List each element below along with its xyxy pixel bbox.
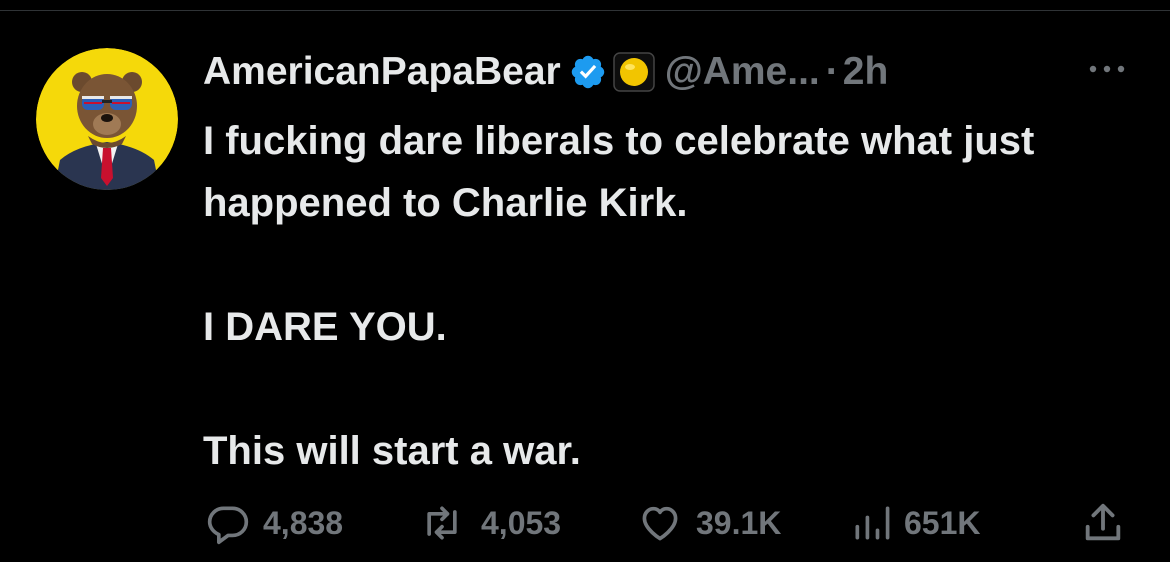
like-button[interactable]: 39.1K: [634, 498, 781, 548]
share-icon: [1080, 500, 1126, 546]
action-bar: 4,838 4,053 39.1K 651K: [0, 498, 1170, 548]
tweet-text: I fucking dare liberals to celebrate wha…: [203, 110, 1143, 482]
tweet-text-paragraph-2: I DARE YOU.: [203, 305, 447, 349]
tweet-timestamp[interactable]: 2h: [843, 48, 889, 96]
tweet-card[interactable]: AmericanPapaBear @Ame... · 2h I fucking …: [0, 0, 1170, 562]
views-count: 651K: [904, 504, 981, 541]
separator-dot: ·: [825, 50, 839, 93]
verified-badge-icon[interactable]: [569, 53, 607, 91]
like-count: 39.1K: [696, 504, 782, 541]
tweet-text-paragraph-1: I fucking dare liberals to celebrate wha…: [203, 119, 1046, 225]
reply-count: 4,838: [263, 504, 344, 541]
author-display-name[interactable]: AmericanPapaBear: [203, 48, 561, 96]
reply-button[interactable]: 4,838: [203, 498, 343, 548]
tweet-text-paragraph-3: This will start a war.: [203, 429, 581, 473]
views-chart-icon: [850, 501, 894, 545]
avatar[interactable]: [36, 48, 178, 190]
heart-icon: [634, 501, 686, 545]
more-dots-icon[interactable]: [1084, 54, 1130, 84]
tweet-header: AmericanPapaBear @Ame... · 2h: [203, 48, 888, 96]
repost-count: 4,053: [481, 504, 562, 541]
repost-button[interactable]: 4,053: [413, 498, 561, 548]
affiliate-badge-icon[interactable]: [612, 52, 655, 92]
author-handle[interactable]: @Ame...: [665, 48, 820, 96]
reply-icon: [203, 501, 253, 545]
repost-icon: [413, 501, 471, 545]
share-button[interactable]: [1080, 498, 1126, 548]
views-button[interactable]: 651K: [850, 498, 981, 548]
